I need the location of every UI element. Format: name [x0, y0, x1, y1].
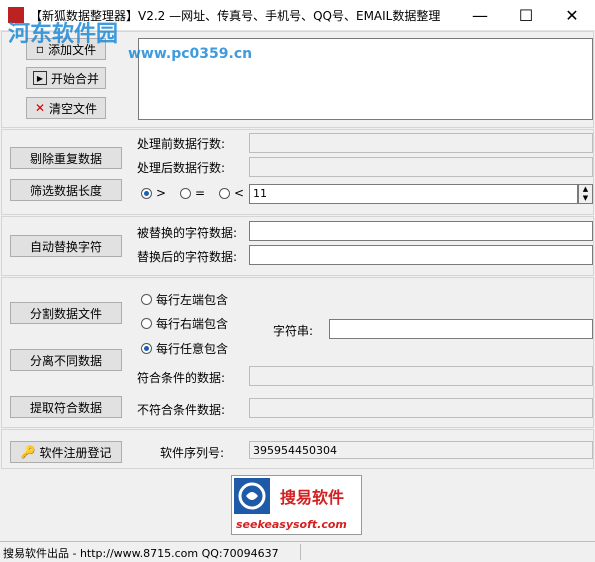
- length-less-radio[interactable]: <: [219, 186, 244, 200]
- find-label: 被替换的字符数据:: [137, 226, 238, 240]
- after-count-label: 处理后数据行数:: [137, 161, 226, 175]
- radio-circle: [219, 187, 230, 199]
- nomatch-label: 不符合条件数据:: [137, 403, 226, 417]
- spin-down-icon[interactable]: ▼: [579, 194, 592, 203]
- delete-x-icon: ✕: [34, 101, 46, 115]
- before-count-label: 处理前数据行数:: [137, 137, 226, 151]
- logo-brand-text: 搜易软件: [280, 488, 345, 507]
- after-count-field: [249, 157, 593, 177]
- length-greater-radio[interactable]: >: [141, 186, 166, 200]
- maximize-button[interactable]: ☐: [503, 0, 549, 30]
- watermark-url: www.pc0359.cn: [128, 46, 253, 62]
- minimize-button[interactable]: —: [457, 0, 503, 30]
- logo-url-text: seekeasysoft.com: [236, 518, 347, 531]
- status-bar: 搜易软件出品 - http://www.8715.com QQ:70094637: [0, 541, 595, 562]
- close-button[interactable]: ✕: [549, 0, 595, 30]
- register-button[interactable]: 🔑 软件注册登记: [10, 441, 122, 463]
- split-file-button[interactable]: 分割数据文件: [10, 302, 122, 324]
- key-icon: 🔑: [20, 445, 36, 459]
- spin-up-icon[interactable]: ▲: [579, 185, 592, 194]
- mode-right-radio[interactable]: 每行右端包含: [141, 315, 228, 332]
- brand-logo[interactable]: 搜易软件 seekeasysoft.com: [231, 475, 362, 535]
- clear-files-button[interactable]: ✕ 清空文件: [26, 97, 106, 119]
- replace-label: 替换后的字符数据:: [137, 250, 238, 264]
- radio-circle: [141, 187, 152, 199]
- find-input[interactable]: [249, 221, 593, 241]
- match-field: [249, 366, 593, 386]
- start-merge-button[interactable]: ▶ 开始合并: [26, 67, 106, 89]
- status-panel: [300, 544, 594, 560]
- length-value-input[interactable]: 11: [249, 184, 578, 204]
- mode-left-radio[interactable]: 每行左端包含: [141, 291, 228, 308]
- before-count-field: [249, 133, 593, 153]
- radio-circle: [141, 294, 152, 305]
- mode-any-radio[interactable]: 每行任意包含: [141, 340, 228, 357]
- radio-circle: [141, 343, 152, 354]
- filter-length-button[interactable]: 筛选数据长度: [10, 179, 122, 201]
- watermark-text: 河东软件园: [8, 22, 119, 47]
- length-spinner[interactable]: ▲ ▼: [578, 184, 593, 204]
- auto-replace-button[interactable]: 自动替换字符: [10, 235, 122, 257]
- string-label: 字符串:: [273, 324, 314, 338]
- length-equal-radio[interactable]: =: [180, 186, 205, 200]
- radio-circle: [141, 318, 152, 329]
- nomatch-field: [249, 398, 593, 418]
- serial-label: 软件序列号:: [160, 446, 225, 460]
- separate-data-button[interactable]: 分离不同数据: [10, 349, 122, 371]
- match-label: 符合条件的数据:: [137, 371, 226, 385]
- radio-circle: [180, 187, 191, 199]
- status-text: 搜易软件出品 - http://www.8715.com QQ:70094637: [3, 547, 279, 560]
- play-icon: ▶: [32, 71, 47, 85]
- dedupe-button[interactable]: 剔除重复数据: [10, 147, 122, 169]
- string-input[interactable]: [329, 319, 593, 339]
- replace-input[interactable]: [249, 245, 593, 265]
- extract-data-button[interactable]: 提取符合数据: [10, 396, 122, 418]
- serial-field: 395954450304: [249, 441, 593, 459]
